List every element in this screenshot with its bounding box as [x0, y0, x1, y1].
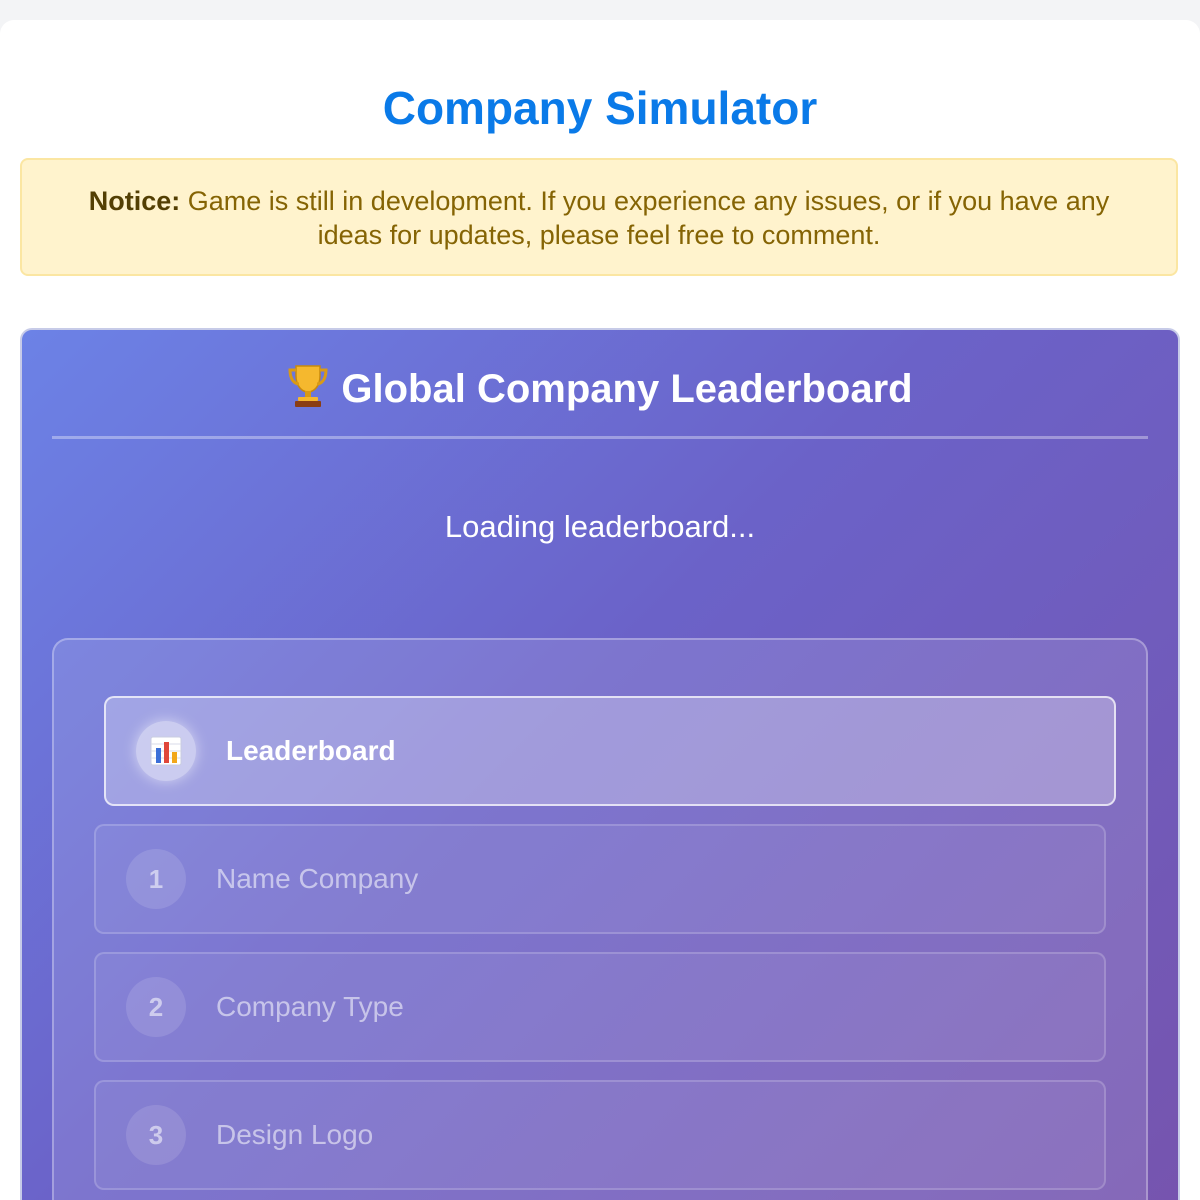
loading-text: Loading leaderboard...: [444, 509, 756, 544]
step-company-type[interactable]: 2 Company Type: [94, 952, 1106, 1062]
bar-chart-icon: [136, 721, 196, 781]
step-label: Company Type: [216, 991, 404, 1022]
step-number-badge: 3: [126, 1105, 186, 1165]
leaderboard-title: Global Company Leaderboard: [341, 367, 913, 411]
trophy-icon: [287, 362, 329, 408]
leaderboard-panel: Global Company Leaderboard Loading leade…: [20, 328, 1180, 1200]
menu-panel: Leaderboard 1 Name Company 2 Company Typ…: [52, 638, 1148, 1200]
app-title: Company Simulator: [382, 82, 818, 134]
menu-item-label: Leaderboard: [226, 735, 396, 766]
step-number-badge: 1: [126, 849, 186, 909]
step-design-logo[interactable]: 3 Design Logo: [94, 1080, 1106, 1190]
step-label: Design Logo: [216, 1119, 374, 1150]
step-label: Name Company: [216, 863, 419, 894]
step-number-badge: 2: [126, 977, 186, 1037]
step-name-company[interactable]: 1 Name Company: [94, 824, 1106, 934]
notice-banner: Notice: Game is still in development. If…: [20, 158, 1178, 276]
leaderboard-title-row: Global Company Leaderboard: [52, 362, 1148, 413]
menu-item-leaderboard[interactable]: Leaderboard: [104, 696, 1116, 806]
notice-label: Notice:: [88, 186, 181, 216]
leaderboard-header: Global Company Leaderboard: [52, 330, 1148, 439]
notice-text: Game is still in development. If you exp…: [180, 186, 1110, 250]
page: Company Simulator Notice: Game is still …: [0, 20, 1200, 1200]
